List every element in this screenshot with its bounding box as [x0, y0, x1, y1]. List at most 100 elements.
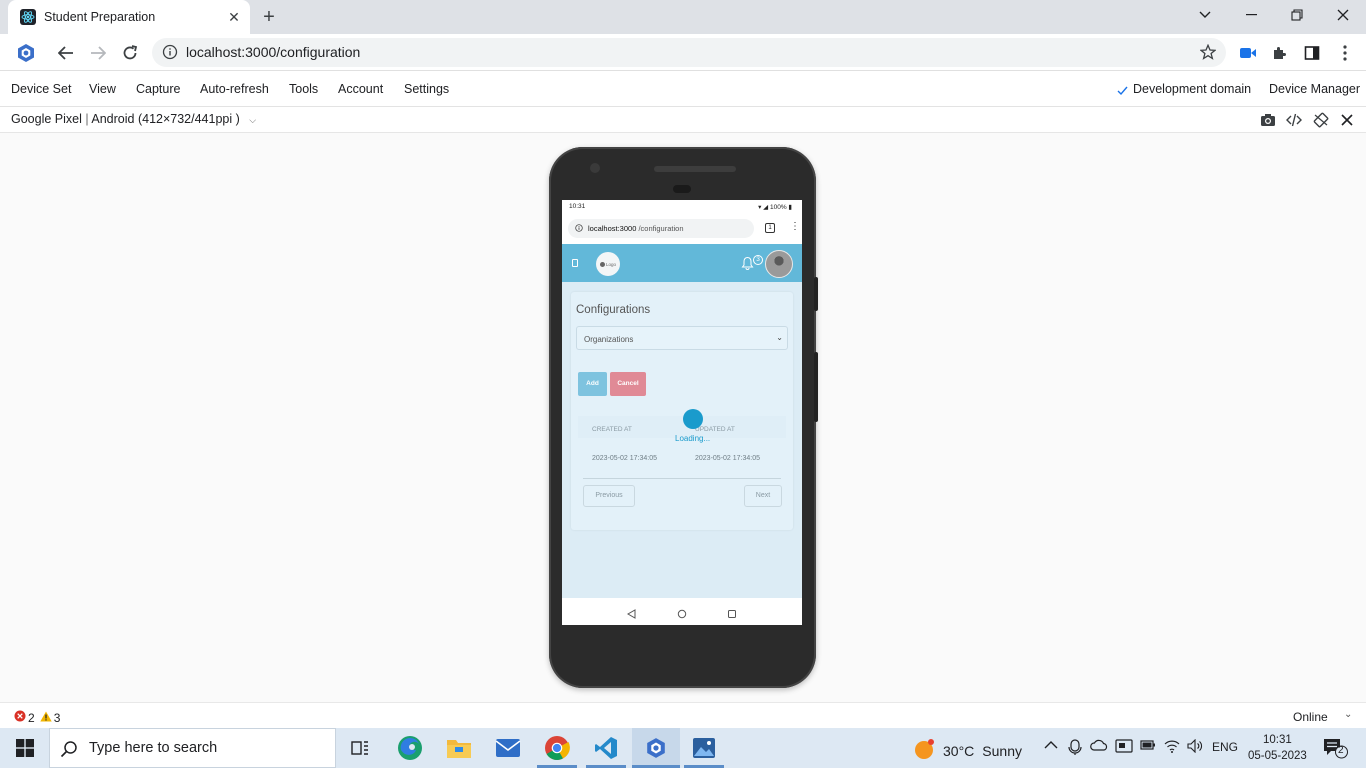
menu-capture[interactable]: Capture	[136, 82, 180, 96]
device-manager-link[interactable]: Device Manager	[1269, 82, 1360, 96]
cancel-button[interactable]: Cancel	[610, 372, 646, 396]
minimize-button[interactable]	[1228, 0, 1274, 30]
menu-auto-refresh[interactable]: Auto-refresh	[200, 82, 269, 96]
configuration-type-select[interactable]: Organizations ⌄	[576, 326, 788, 350]
app-logo[interactable]: Logo	[596, 252, 620, 276]
mobile-menu-icon[interactable]: ⋮	[790, 221, 800, 232]
previous-button[interactable]: Previous	[583, 485, 635, 507]
menu-view[interactable]: View	[89, 82, 116, 96]
add-button[interactable]: Add	[578, 372, 607, 396]
rotate-device-icon[interactable]	[1312, 111, 1330, 129]
power-button[interactable]	[814, 277, 818, 311]
nav-home-icon[interactable]	[677, 606, 687, 619]
battery-percent: 100%	[769, 204, 787, 211]
browser-tab[interactable]: Student Preparation ✕	[8, 0, 250, 34]
taskbar-search-box[interactable]: Type here to search	[49, 728, 336, 768]
extension-hexagon-icon[interactable]	[12, 39, 40, 67]
network-throttle-select[interactable]: Online	[1293, 710, 1328, 724]
chevron-down-icon: ⌵	[249, 115, 257, 125]
mail-icon[interactable]	[494, 735, 522, 761]
device-bar: Google Pixel | Android (412×732/441ppi )…	[0, 107, 1366, 133]
mobile-url-path: /configuration	[636, 224, 684, 233]
responsive-tool-icon[interactable]	[642, 735, 670, 761]
console-counts[interactable]: 2 3	[14, 710, 60, 725]
column-updated-at: UPDATED AT	[695, 426, 735, 433]
error-count: 2	[28, 710, 35, 725]
extensions-puzzle-icon[interactable]	[1266, 39, 1294, 67]
react-favicon-icon	[20, 9, 36, 25]
edge-browser-icon[interactable]	[396, 735, 424, 761]
notification-center-icon[interactable]: 2	[1323, 737, 1349, 762]
clock-time: 10:31	[1263, 734, 1292, 746]
task-view-icon[interactable]	[346, 735, 374, 761]
bookmark-star-icon[interactable]	[1199, 43, 1217, 65]
camera-extension-icon[interactable]	[1234, 39, 1262, 67]
windows-start-icon[interactable]	[11, 735, 39, 761]
sidebar-toggle-icon[interactable]	[572, 259, 578, 267]
logo-mark-icon	[599, 261, 605, 267]
tool-menu-bar: Device Set View Capture Auto-refresh Too…	[0, 71, 1366, 107]
forward-arrow-icon[interactable]	[84, 39, 112, 67]
weather-temperature: 30°C	[943, 742, 975, 759]
screenshot-camera-icon[interactable]	[1259, 111, 1277, 129]
back-arrow-icon[interactable]	[52, 39, 80, 67]
menu-settings[interactable]: Settings	[404, 82, 449, 96]
cell-updated-at: 2023-05-02 17:34:05	[695, 455, 760, 462]
meet-now-icon[interactable]	[1068, 739, 1082, 758]
device-spec: Android (412×732/441ppi )	[91, 112, 240, 126]
phone-screen: 10:31 ▾ ◢ 100% ▮ localhost:3000 /configu…	[562, 200, 802, 625]
side-panel-icon[interactable]	[1298, 39, 1326, 67]
device-viewport: 10:31 ▾ ◢ 100% ▮ localhost:3000 /configu…	[0, 133, 1366, 702]
mobile-address-field[interactable]: localhost:3000 /configuration	[568, 219, 754, 238]
clock-date: 05-05-2023	[1248, 750, 1307, 762]
chrome-icon[interactable]	[543, 735, 571, 761]
close-window-button[interactable]	[1320, 0, 1366, 30]
site-info-icon[interactable]	[162, 44, 178, 65]
notification-badge: 3	[753, 255, 763, 265]
user-avatar[interactable]	[765, 250, 793, 278]
wifi-icon[interactable]	[1164, 739, 1180, 756]
new-tab-button[interactable]: +	[258, 6, 280, 28]
cell-created-at: 2023-05-02 17:34:05	[592, 455, 657, 462]
development-domain-toggle[interactable]: Development domain	[1133, 82, 1251, 96]
weather-widget[interactable]: 30°C Sunny	[913, 738, 1022, 763]
menu-device-set[interactable]: Device Set	[11, 82, 71, 96]
error-icon	[14, 710, 26, 725]
vscode-icon[interactable]	[592, 735, 620, 761]
next-button[interactable]: Next	[744, 485, 782, 507]
menu-tools[interactable]: Tools	[289, 82, 318, 96]
url-text: localhost:3000/configuration	[186, 44, 361, 60]
tab-switcher-icon[interactable]: 1	[765, 223, 775, 233]
loading-spinner	[683, 409, 703, 429]
front-camera	[590, 163, 600, 173]
reload-icon[interactable]	[116, 39, 144, 67]
photos-icon[interactable]	[690, 735, 718, 761]
close-tab-icon[interactable]: ✕	[224, 7, 244, 27]
device-selector[interactable]: Google Pixel | Android (412×732/441ppi )…	[11, 112, 256, 126]
taskbar-clock[interactable]: 10:31 05-05-2023	[1248, 732, 1307, 764]
show-hidden-icons-chevron-icon[interactable]	[1044, 739, 1058, 753]
tool-status-bar: 2 3 Online ⌄	[0, 702, 1366, 728]
column-created-at: CREATED AT	[592, 426, 632, 433]
volume-button[interactable]	[814, 352, 818, 422]
close-device-icon[interactable]	[1338, 111, 1356, 129]
display-settings-icon[interactable]	[1115, 739, 1133, 756]
address-bar[interactable]: localhost:3000/configuration	[152, 38, 1226, 67]
file-explorer-icon[interactable]	[445, 735, 473, 761]
mobile-url-bar: localhost:3000 /configuration 1 ⋮	[562, 214, 802, 244]
menu-account[interactable]: Account	[338, 82, 383, 96]
tab-search-chevron-icon[interactable]	[1182, 0, 1228, 30]
nav-back-icon[interactable]	[626, 606, 637, 619]
nav-recents-icon[interactable]	[727, 606, 737, 618]
battery-icon[interactable]	[1140, 739, 1156, 753]
volume-icon[interactable]	[1187, 738, 1204, 756]
browser-menu-icon[interactable]	[1331, 39, 1359, 67]
browser-title-bar: Student Preparation ✕ +	[0, 0, 1366, 34]
chevron-down-icon: ⌄	[776, 333, 783, 342]
restore-button[interactable]	[1274, 0, 1320, 30]
onedrive-cloud-icon[interactable]	[1090, 739, 1108, 754]
android-nav-bar	[562, 598, 802, 625]
code-inspect-icon[interactable]	[1285, 111, 1303, 129]
input-language[interactable]: ENG	[1212, 740, 1238, 754]
logo-text: Logo	[605, 261, 616, 267]
